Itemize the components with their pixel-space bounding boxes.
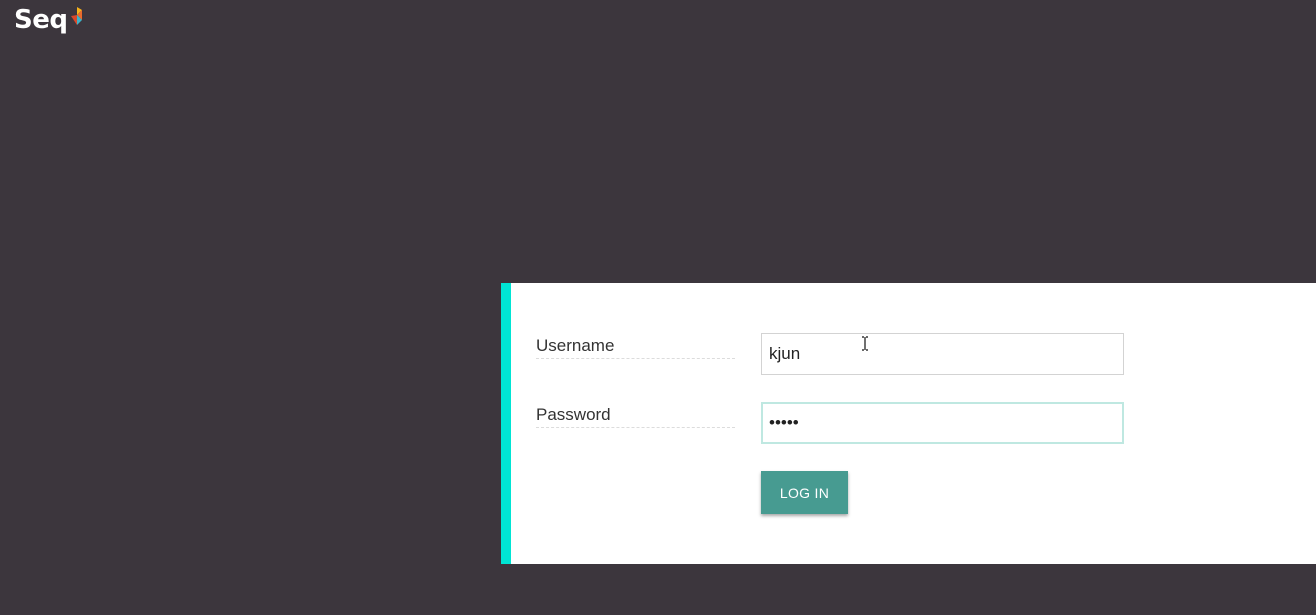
username-label: Username [536,336,735,359]
logo-text: Seq [14,5,68,35]
app-logo: Seq [14,4,83,36]
seq-flag-icon [71,7,83,25]
login-panel: Username Password LOG IN [501,283,1316,564]
password-input[interactable] [761,402,1124,444]
login-button[interactable]: LOG IN [761,471,848,514]
password-label: Password [536,405,735,428]
username-input[interactable] [761,333,1124,375]
text-cursor-icon [862,336,868,351]
panel-accent-bar [501,283,511,564]
